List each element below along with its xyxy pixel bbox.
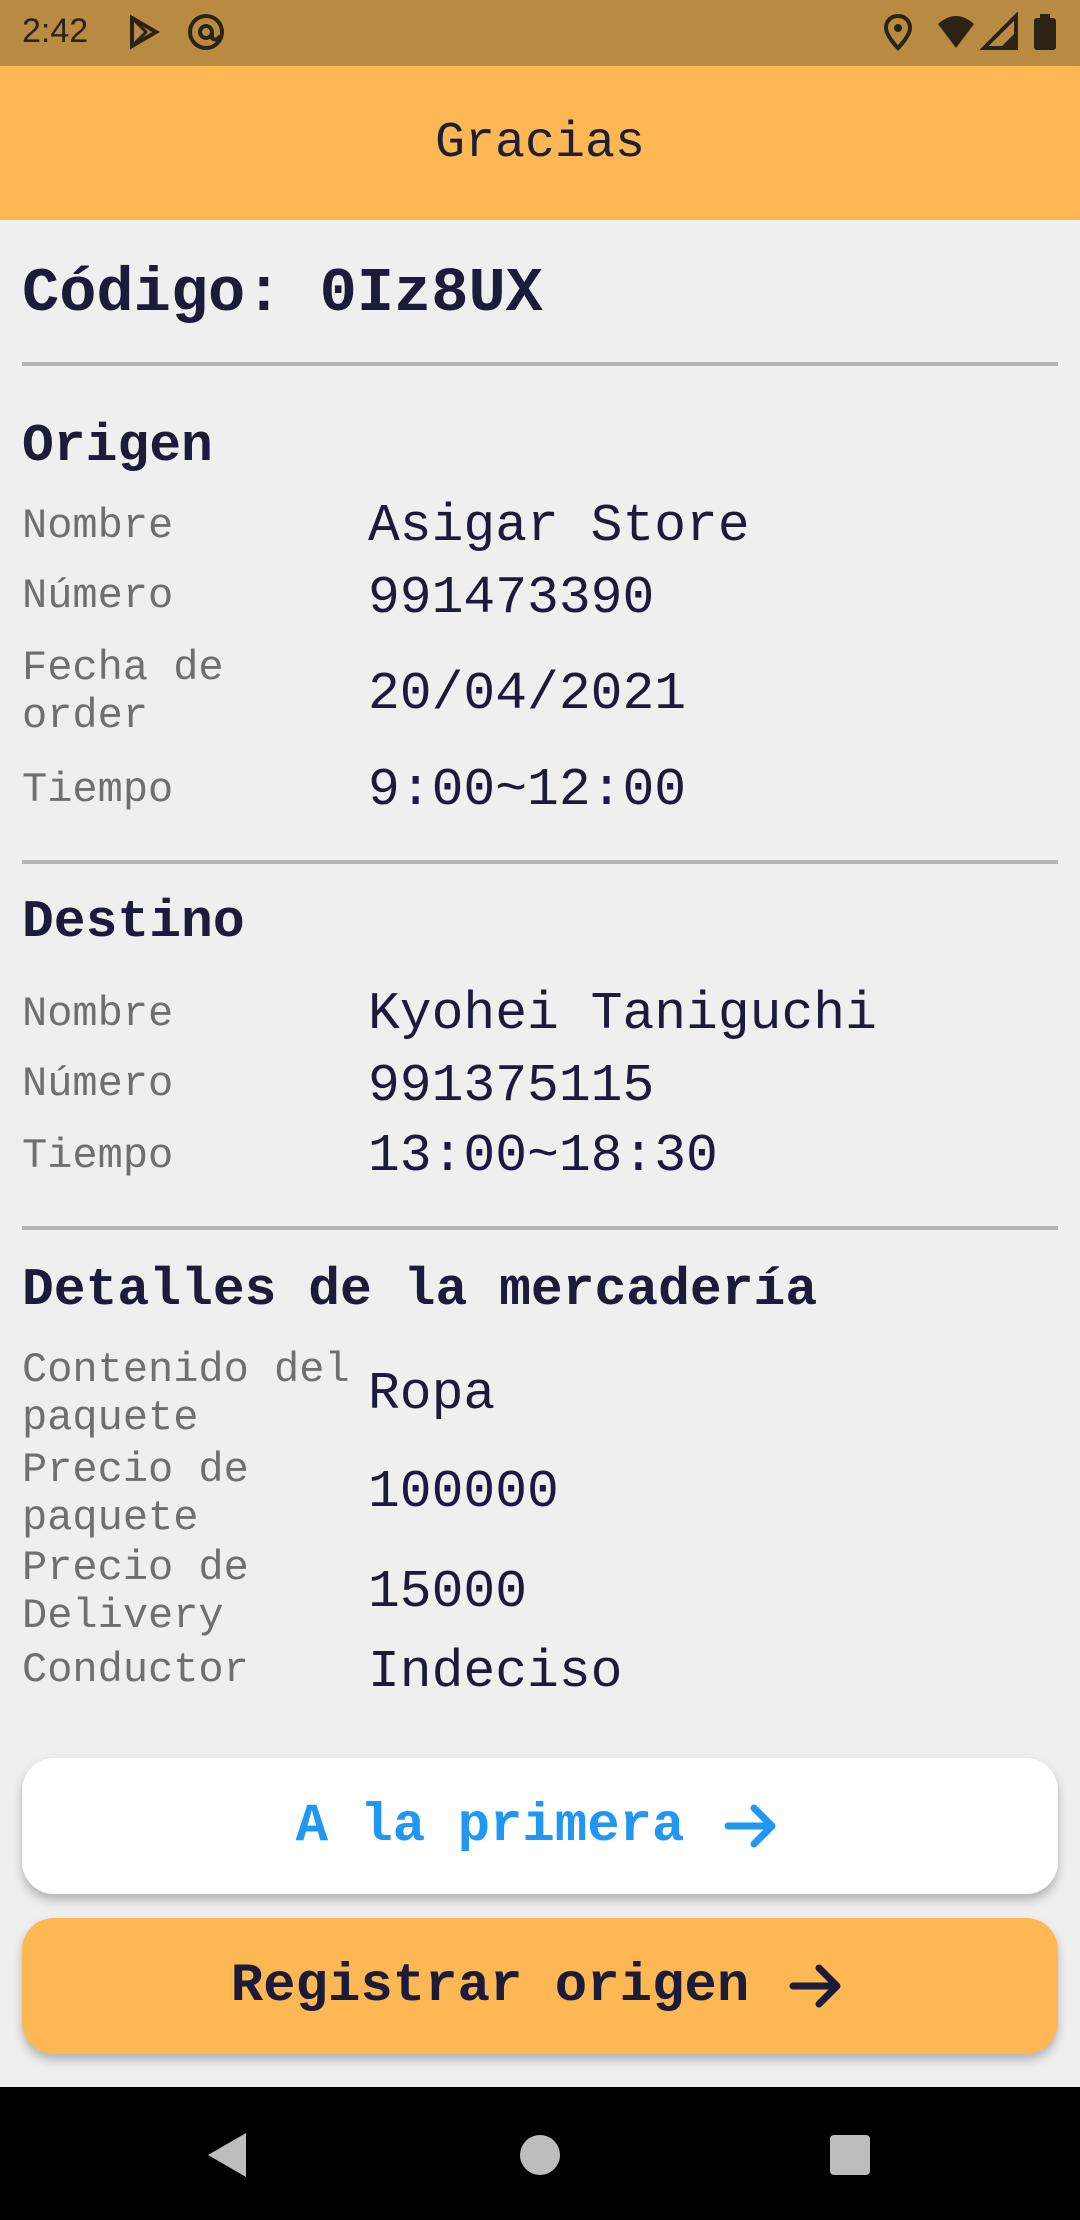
status-time: 2:42: [22, 12, 89, 50]
page-title: Gracias: [434, 114, 646, 172]
back-icon[interactable]: [200, 2127, 256, 2183]
details-driver-label: Conductor: [22, 1646, 249, 1694]
divider: [22, 1226, 1058, 1230]
arrow-right-icon: [789, 1964, 841, 2008]
origin-number-label: Número: [22, 572, 174, 620]
origin-date-label: Fecha de order: [22, 644, 224, 740]
details-package-price-value: 100000: [368, 1462, 559, 1522]
signal-icon: [980, 12, 1018, 50]
details-content-label: Contenido del paquete: [22, 1346, 350, 1442]
details-delivery-price-label: Precio de Delivery: [22, 1544, 249, 1640]
origin-section-title: Origen: [22, 416, 213, 476]
destination-time-label: Tiempo: [22, 1132, 174, 1180]
at-sign-icon: [188, 14, 224, 50]
destination-number-value: 991375115: [368, 1056, 655, 1116]
origin-time-label: Tiempo: [22, 766, 174, 814]
recents-icon[interactable]: [822, 2127, 878, 2183]
origin-name-label: Nombre: [22, 502, 174, 550]
first-page-button[interactable]: A la primera: [22, 1758, 1058, 1894]
battery-icon: [1034, 14, 1056, 50]
arrow-right-icon: [724, 1804, 776, 1848]
details-package-price-label: Precio de paquete: [22, 1446, 249, 1542]
details-section-title: Detalles de la mercadería: [22, 1260, 818, 1320]
destination-name-value: Kyohei Taniguchi: [368, 984, 877, 1044]
details-driver-value: Indeciso: [368, 1642, 623, 1702]
origin-date-value: 20/04/2021: [368, 664, 687, 724]
first-page-button-label: A la primera: [295, 1795, 685, 1857]
details-content-value: Ropa: [368, 1364, 496, 1424]
register-origin-button[interactable]: Registrar origen: [22, 1918, 1058, 2054]
origin-name-value: Asigar Store: [368, 496, 750, 556]
origin-time-value: 9:00~12:00: [368, 760, 687, 820]
wifi-icon: [938, 16, 974, 48]
register-origin-button-label: Registrar origen: [230, 1955, 750, 2017]
divider: [22, 362, 1058, 366]
destination-time-value: 13:00~18:30: [368, 1126, 718, 1186]
status-bar: 2:42: [0, 0, 1080, 66]
origin-number-value: 991473390: [368, 568, 655, 628]
destination-name-label: Nombre: [22, 990, 174, 1038]
home-icon[interactable]: [512, 2127, 568, 2183]
system-nav-bar: [0, 2087, 1080, 2220]
details-delivery-price-value: 15000: [368, 1562, 528, 1622]
location-icon: [883, 13, 913, 51]
app-bar: Gracias: [0, 66, 1080, 220]
destination-number-label: Número: [22, 1060, 174, 1108]
destination-section-title: Destino: [22, 892, 245, 952]
divider: [22, 860, 1058, 864]
play-store-icon: [130, 14, 160, 50]
order-code: Código: 0Iz8UX: [22, 258, 543, 329]
